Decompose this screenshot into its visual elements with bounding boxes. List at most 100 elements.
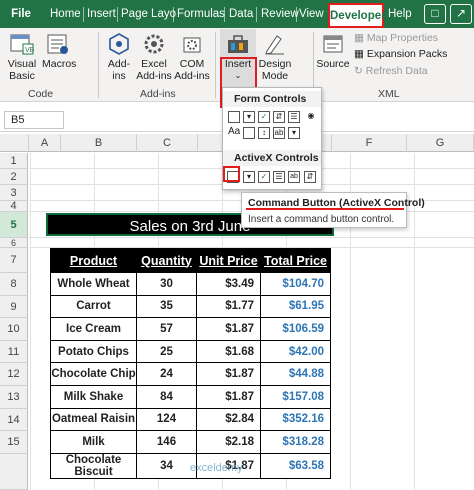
cell-product[interactable]: Chocolate Biscuit [50,452,137,479]
row-header[interactable]: 7 [0,248,28,273]
cell-quantity[interactable]: 25 [136,339,197,364]
activex-text-box-icon[interactable]: ab [288,171,300,183]
cell-unit-price[interactable]: $1.87 [196,384,261,409]
cell-total-price[interactable]: $42.00 [260,339,331,364]
name-box[interactable]: B5 [4,111,64,129]
row-header[interactable] [0,453,28,490]
expansion-packs-button[interactable]: ▦ Expansion Packs [354,48,447,60]
activex-combo-box-icon[interactable]: ▾ [243,171,255,183]
cell-product[interactable]: Milk [50,430,137,454]
tab-formulas[interactable]: Formulas [177,0,225,28]
header-quantity[interactable]: Quantity [136,248,197,273]
form-combo-box-icon[interactable]: ▾ [243,111,255,123]
column-header-a[interactable]: A [29,134,61,152]
tab-developer[interactable]: Developer [328,3,386,28]
row-header[interactable]: 13 [0,386,28,409]
cell-unit-price[interactable]: $1.68 [196,339,261,364]
cell-total-price[interactable]: $106.59 [260,317,331,341]
cell-unit-price[interactable]: $2.84 [196,407,261,432]
tab-data[interactable]: Data [229,0,253,28]
tab-view[interactable]: View [299,0,324,28]
activex-checkbox-icon[interactable]: ✓ [258,171,270,183]
cell-quantity[interactable]: 24 [136,362,197,386]
cell-quantity[interactable]: 146 [136,430,197,454]
cell-total-price[interactable]: $352.16 [260,407,331,432]
row-header[interactable]: 10 [0,318,28,341]
cell-unit-price[interactable]: $3.49 [196,272,261,296]
row-header[interactable]: 11 [0,340,28,364]
row-header[interactable]: 1 [0,153,28,169]
cell-total-price[interactable]: $63.58 [260,452,331,479]
share-icon[interactable]: ↗ [450,4,472,24]
form-button-icon[interactable] [228,111,240,123]
cell-product[interactable]: Ice Cream [50,317,137,341]
cell-total-price[interactable]: $44.88 [260,362,331,386]
cell-total-price[interactable]: $61.95 [260,294,331,319]
header-unit-price[interactable]: Unit Price [196,248,261,273]
form-combo-list-icon[interactable]: ▾ [288,127,300,139]
addins-button[interactable]: Add-ins [104,32,134,82]
cell-total-price[interactable]: $104.70 [260,272,331,296]
macros-button[interactable]: Macros [42,32,76,70]
column-header-f[interactable]: F [332,134,407,152]
header-total-price[interactable]: Total Price [260,248,331,273]
excel-addins-button[interactable]: Excel Add-ins [136,32,172,82]
form-label-icon[interactable]: Aa [228,127,240,139]
tab-file[interactable]: File [0,0,42,28]
cell-total-price[interactable]: $318.28 [260,430,331,454]
comments-icon[interactable]: □ [424,4,446,24]
cell-quantity[interactable]: 34 [136,452,197,479]
cell-product[interactable]: Whole Wheat [50,272,137,296]
row-header[interactable]: 6 [0,238,28,248]
row-header[interactable]: 9 [0,295,28,319]
form-textfield-icon[interactable]: ab [273,127,285,139]
tab-page-layout[interactable]: Page Layo [121,0,176,28]
select-all-corner[interactable] [0,134,29,152]
row-header[interactable]: 2 [0,169,28,185]
form-spin-button-icon[interactable]: ⇵ [273,111,285,123]
cell-product[interactable]: Milk Shake [50,384,137,409]
column-header-c[interactable]: C [137,134,198,152]
form-option-button-icon[interactable]: ◉ [305,111,317,123]
cell-product[interactable]: Potato Chips [50,339,137,364]
column-header-b[interactable]: B [61,134,137,152]
row-header[interactable]: 14 [0,408,28,432]
form-list-box-icon[interactable]: ☰ [288,111,300,123]
form-checkbox-icon[interactable]: ✓ [258,111,270,123]
cell-quantity[interactable]: 30 [136,272,197,296]
tab-home[interactable]: Home [50,0,81,28]
com-addins-button[interactable]: COM Add-ins [174,32,210,82]
visual-basic-button[interactable]: VB Visual Basic [4,32,40,82]
refresh-data-button[interactable]: ↻ Refresh Data [354,65,428,77]
row-header-selected[interactable]: 5 [0,212,28,238]
cell-unit-price[interactable]: $2.18 [196,430,261,454]
cell-unit-price[interactable]: $1.77 [196,294,261,319]
row-header[interactable]: 12 [0,363,28,386]
cell-quantity[interactable]: 57 [136,317,197,341]
cell-unit-price[interactable]: $1.87 [196,362,261,386]
map-properties-button[interactable]: ▦ Map Properties [354,32,438,44]
cell-quantity[interactable]: 124 [136,407,197,432]
cell-quantity[interactable]: 35 [136,294,197,319]
cell-product[interactable]: Oatmeal Raisin [50,407,137,432]
tab-review[interactable]: Review [261,0,299,28]
cell-quantity[interactable]: 84 [136,384,197,409]
design-mode-button[interactable]: Design Mode [258,32,292,82]
row-header[interactable]: 4 [0,201,28,212]
cell-total-price[interactable]: $157.08 [260,384,331,409]
row-header[interactable]: 15 [0,431,28,454]
cell-product[interactable]: Chocolate Chip [50,362,137,386]
cell-product[interactable]: Carrot [50,294,137,319]
form-scroll-bar-icon[interactable]: ↕ [258,127,270,139]
source-button[interactable]: Source [316,32,350,70]
row-header[interactable]: 8 [0,273,28,296]
cell-unit-price[interactable]: $1.87 [196,317,261,341]
activex-list-box-icon[interactable]: ☰ [273,171,285,183]
header-product[interactable]: Product [50,248,137,273]
row-header[interactable]: 3 [0,185,28,201]
form-group-box-icon[interactable] [243,127,255,139]
tab-insert[interactable]: Insert [87,0,116,28]
tab-help[interactable]: Help [388,0,412,28]
activex-scroll-bar-icon[interactable]: ⇵ [304,171,316,183]
column-header-g[interactable]: G [407,134,474,152]
